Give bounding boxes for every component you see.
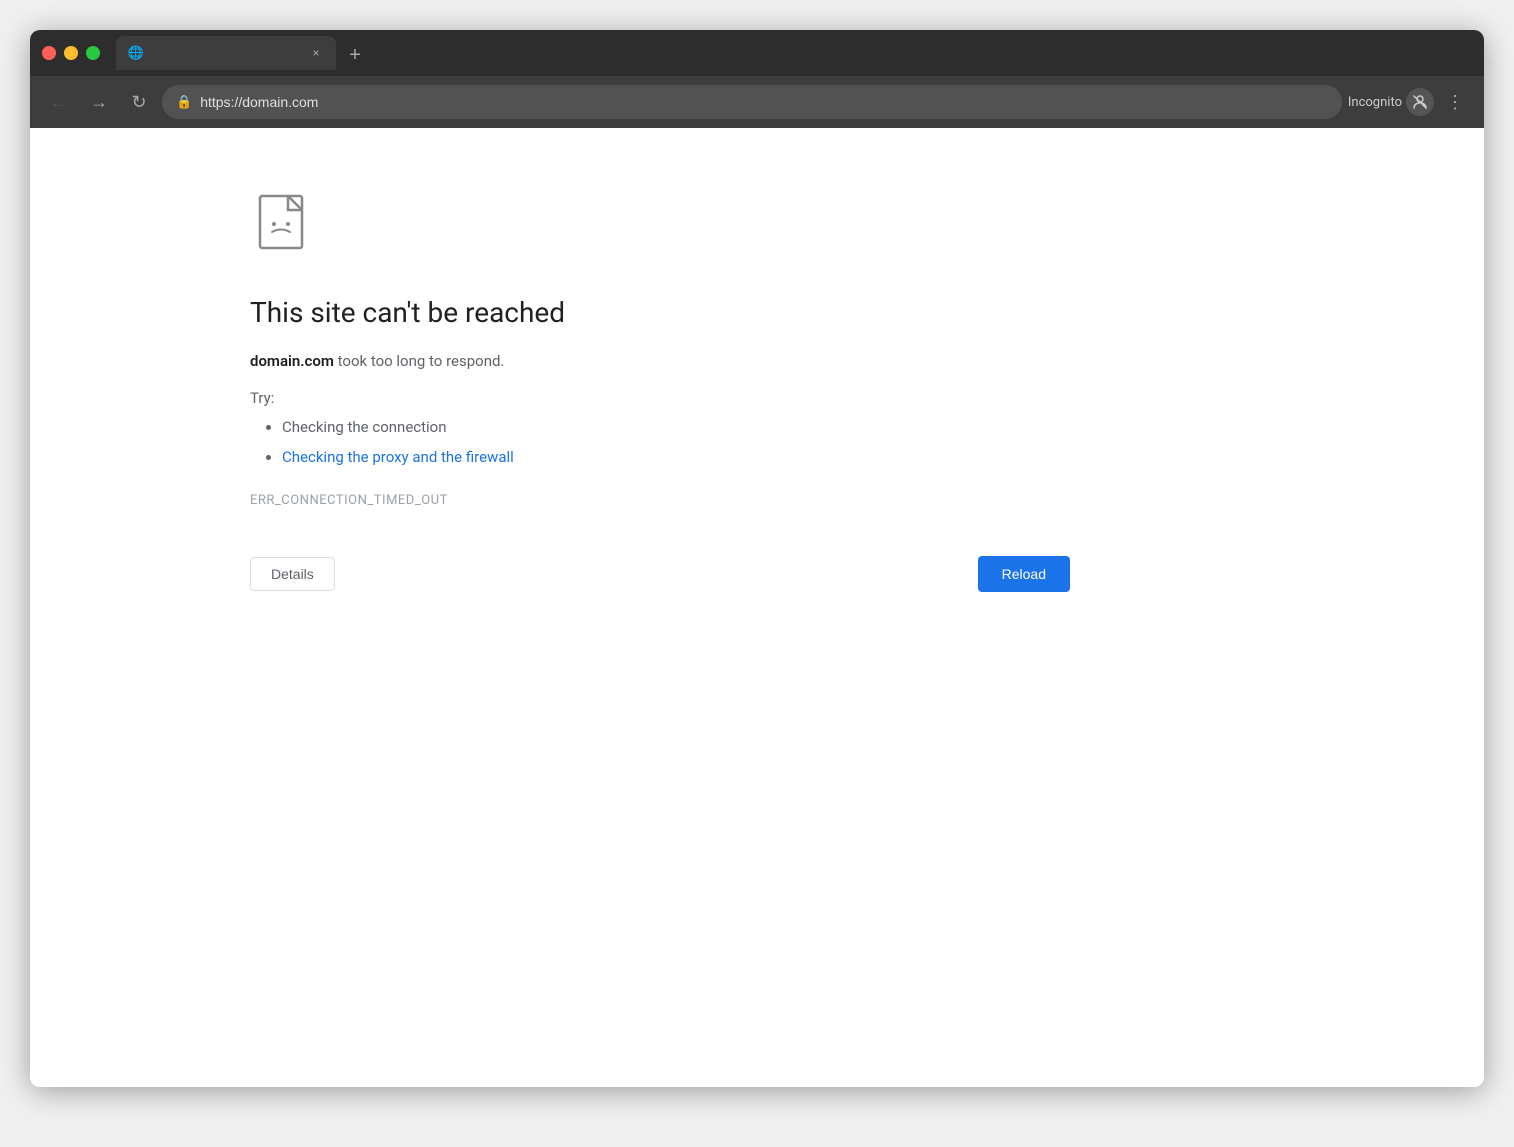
- error-container: This site can't be reached domain.com to…: [30, 128, 930, 632]
- suggestions-list: Checking the connection Checking the pro…: [250, 415, 890, 469]
- forward-button[interactable]: →: [82, 85, 116, 119]
- new-tab-button[interactable]: +: [340, 40, 370, 70]
- suggestion-text: Checking the connection: [282, 418, 447, 436]
- maximize-button[interactable]: [86, 46, 100, 60]
- button-row: Details Reload: [250, 556, 1070, 592]
- toolbar-right: Incognito ⋮: [1348, 88, 1472, 117]
- error-icon: [250, 188, 890, 264]
- back-button[interactable]: ←: [42, 85, 76, 119]
- page-content: This site can't be reached domain.com to…: [30, 128, 1484, 1087]
- proxy-firewall-link[interactable]: Checking the proxy and the firewall: [282, 448, 514, 466]
- browser-tab[interactable]: 🌐 ×: [116, 36, 336, 70]
- list-item: Checking the connection: [282, 415, 890, 439]
- address-bar-container[interactable]: 🔒: [162, 85, 1342, 119]
- error-title: This site can't be reached: [250, 296, 890, 329]
- address-input[interactable]: [200, 94, 1328, 110]
- lock-icon: 🔒: [176, 95, 192, 110]
- tab-close-button[interactable]: ×: [308, 45, 324, 61]
- toolbar: ← → ↻ 🔒 Incognito ⋮: [30, 76, 1484, 128]
- list-item: Checking the proxy and the firewall: [282, 445, 890, 469]
- window-controls: [42, 46, 100, 60]
- error-domain: domain.com: [250, 352, 334, 370]
- tab-favicon-icon: 🌐: [128, 45, 144, 61]
- incognito-label: Incognito: [1348, 95, 1402, 110]
- tab-area: 🌐 × +: [116, 36, 1472, 70]
- error-description: domain.com took too long to respond.: [250, 349, 890, 373]
- details-button[interactable]: Details: [250, 557, 335, 591]
- incognito-icon: [1406, 88, 1434, 116]
- error-description-rest: took too long to respond.: [334, 352, 505, 370]
- reload-button[interactable]: Reload: [978, 556, 1070, 592]
- minimize-button[interactable]: [64, 46, 78, 60]
- reload-button[interactable]: ↻: [122, 85, 156, 119]
- try-label: Try:: [250, 389, 890, 407]
- menu-button[interactable]: ⋮: [1438, 88, 1472, 117]
- browser-window: 🌐 × + ← → ↻ 🔒 Incognito ⋮: [30, 30, 1484, 1087]
- title-bar: 🌐 × +: [30, 30, 1484, 76]
- close-button[interactable]: [42, 46, 56, 60]
- error-code: ERR_CONNECTION_TIMED_OUT: [250, 493, 890, 508]
